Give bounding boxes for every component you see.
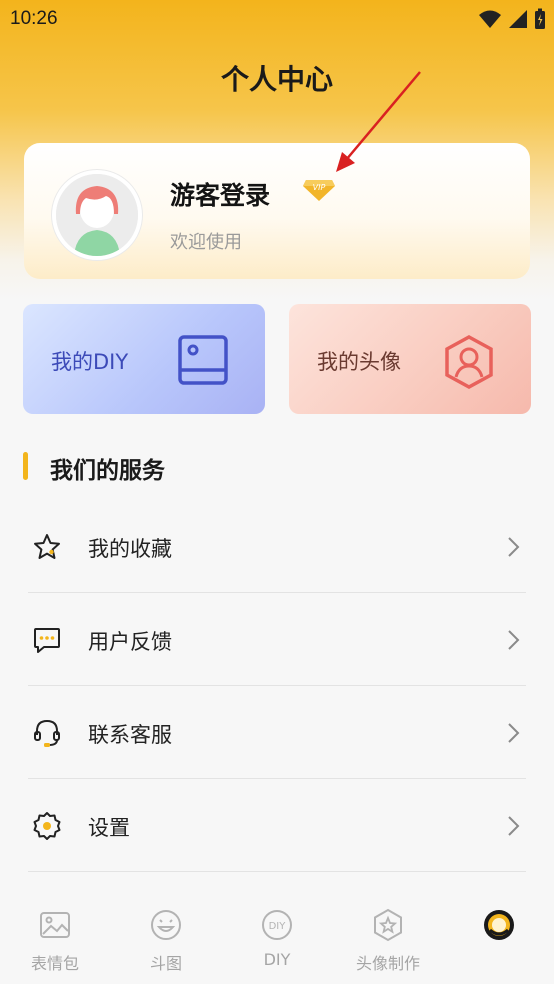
- menu-label: 联系客服: [88, 723, 172, 747]
- tab-label: 头像制作: [355, 954, 420, 973]
- chevron-right-icon: [508, 630, 520, 650]
- welcome-subtitle: 欢迎使用: [170, 232, 242, 253]
- diy-circle-icon: DIY: [262, 910, 292, 940]
- image-icon: [40, 912, 70, 938]
- profile-card[interactable]: 游客登录 VIP 欢迎使用: [24, 143, 530, 279]
- menu-item-settings[interactable]: 设置: [28, 779, 526, 872]
- bottom-tab-bar: 表情包 斗图 DIY DIY 头像制作: [0, 898, 554, 984]
- star-hexagon-icon: [374, 908, 402, 942]
- chevron-right-icon: [508, 537, 520, 557]
- battery-icon: [535, 8, 545, 29]
- divider: [28, 871, 526, 872]
- my-diy-label: 我的DIY: [51, 350, 129, 374]
- menu-label: 用户反馈: [88, 630, 172, 654]
- username[interactable]: 游客登录: [170, 176, 270, 212]
- tab-profile[interactable]: [444, 898, 554, 984]
- status-bar: 10:26: [0, 0, 554, 40]
- menu-item-favorites[interactable]: 我的收藏: [28, 500, 526, 593]
- menu-label: 设置: [88, 816, 130, 840]
- default-avatar-icon: [56, 174, 138, 256]
- feedback-chat-icon: [34, 628, 60, 653]
- smile-icon: [151, 910, 181, 940]
- my-avatar-card[interactable]: 我的头像: [289, 304, 531, 414]
- tab-avatar-maker[interactable]: 头像制作: [333, 898, 443, 984]
- my-avatar-label: 我的头像: [317, 350, 401, 374]
- star-icon: [34, 534, 60, 559]
- my-diy-card[interactable]: 我的DIY: [23, 304, 265, 414]
- annotation-arrow-icon: [336, 71, 421, 172]
- status-time: 10:26: [10, 8, 58, 29]
- signal-icon: [509, 10, 527, 28]
- chevron-right-icon: [508, 816, 520, 836]
- diy-icon-text: DIY: [269, 921, 287, 932]
- gear-icon: [33, 812, 61, 840]
- services-title: 我们的服务: [50, 458, 165, 484]
- chevron-right-icon: [508, 723, 520, 743]
- avatar[interactable]: [52, 170, 142, 260]
- menu-label: 我的收藏: [88, 537, 172, 561]
- page-title: 个人中心: [220, 63, 333, 96]
- diy-box-icon: [178, 335, 228, 385]
- vip-badge: VIP: [302, 176, 336, 206]
- wifi-icon: [479, 10, 501, 28]
- avatar-hexagon-icon: [445, 335, 493, 389]
- headset-icon: [34, 719, 60, 747]
- tab-meme-battle[interactable]: 斗图: [111, 898, 221, 984]
- vip-badge-text: VIP: [313, 183, 326, 192]
- menu-item-customer-service[interactable]: 联系客服: [28, 686, 526, 779]
- section-accent-bar: [23, 452, 28, 480]
- menu-item-feedback[interactable]: 用户反馈: [28, 593, 526, 686]
- profile-tab-icon: [484, 910, 514, 940]
